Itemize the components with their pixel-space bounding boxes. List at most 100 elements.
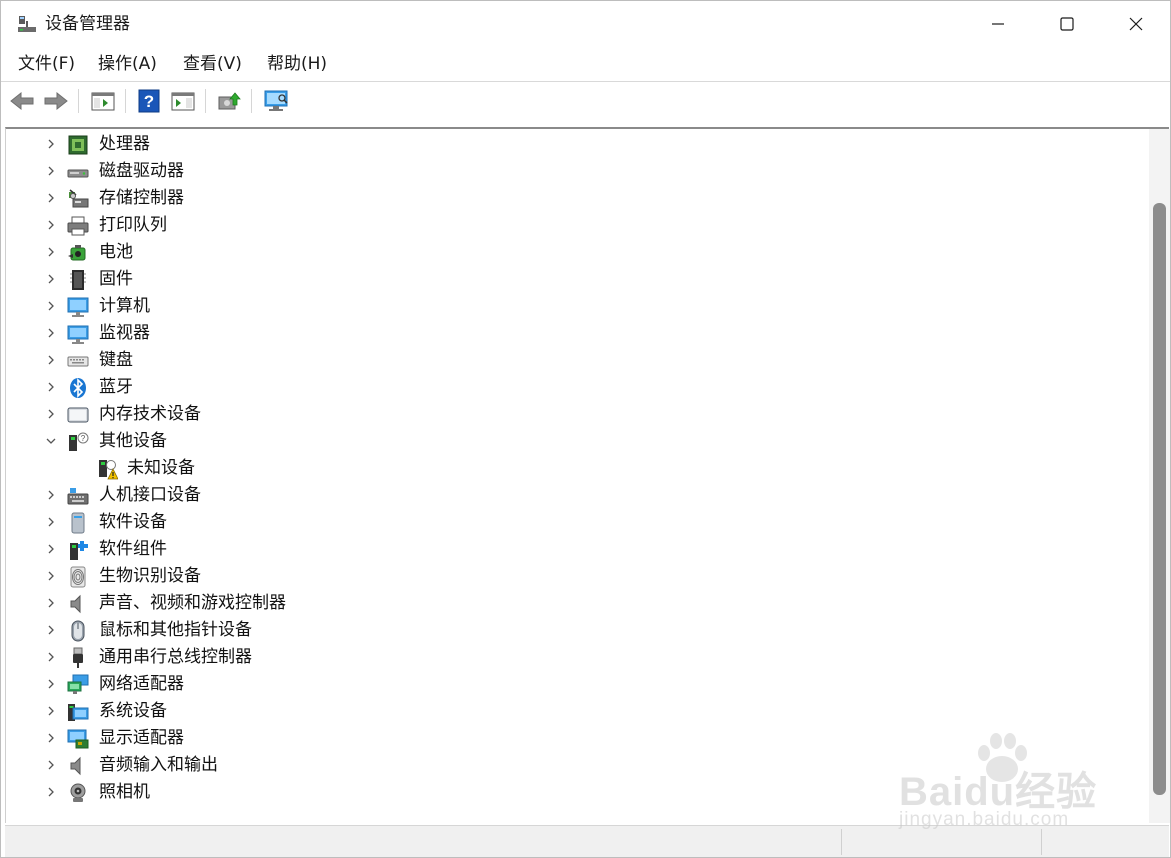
chevron-right-icon[interactable]: [44, 407, 58, 421]
tree-item-firmware[interactable]: 固件: [6, 266, 1136, 293]
memory-device-icon: [67, 407, 89, 423]
chevron-right-icon[interactable]: [44, 299, 58, 313]
disk-drive-icon: [67, 169, 89, 178]
tree-item-label: 软件设备: [99, 512, 167, 532]
printer-icon: [67, 216, 89, 236]
tree-item-label: 生物识别设备: [99, 566, 201, 586]
tree-item-usb-controllers[interactable]: 通用串行总线控制器: [6, 644, 1136, 671]
properties-pane-button[interactable]: [89, 87, 117, 115]
chevron-right-icon[interactable]: [44, 272, 58, 286]
tree-item-memory-technology-devices[interactable]: 内存技术设备: [6, 401, 1136, 428]
menu-bar: 文件(F) 操作(A) 查看(V) 帮助(H): [1, 47, 1170, 81]
firmware-icon: [70, 270, 86, 290]
tree-item-label: 软件组件: [99, 539, 167, 559]
chevron-right-icon[interactable]: [44, 623, 58, 637]
software-device-icon: [71, 512, 85, 534]
chevron-right-icon[interactable]: [44, 218, 58, 232]
device-tree[interactable]: 处理器 磁盘驱动器 存储控制器 打印队列 电池 固件 计算机 监视器 键盘 蓝牙…: [5, 127, 1170, 823]
tree-item-storage-controllers[interactable]: 存储控制器: [6, 185, 1136, 212]
tree-item-software-devices[interactable]: 软件设备: [6, 509, 1136, 536]
computer-icon: [67, 297, 89, 317]
tree-item-audio-inputs-outputs[interactable]: 音频输入和输出: [6, 752, 1136, 779]
status-divider: [1041, 829, 1042, 855]
chevron-right-icon[interactable]: [44, 164, 58, 178]
toolbar-separator: [78, 89, 79, 113]
tree-item-disk-drives[interactable]: 磁盘驱动器: [6, 158, 1136, 185]
chevron-down-icon[interactable]: [44, 434, 58, 448]
bluetooth-icon: [70, 378, 86, 398]
menu-view[interactable]: 查看(V): [181, 53, 244, 75]
chevron-right-icon[interactable]: [44, 731, 58, 745]
tree-item-label: 电池: [99, 242, 133, 262]
action-pane-button[interactable]: [169, 87, 197, 115]
tree-item-keyboards[interactable]: 键盘: [6, 347, 1136, 374]
menu-action[interactable]: 操作(A): [96, 53, 159, 75]
update-driver-button[interactable]: [215, 87, 243, 115]
scan-hardware-icon: [264, 90, 288, 111]
properties-pane-icon: [91, 92, 115, 111]
chevron-right-icon[interactable]: [44, 191, 58, 205]
tree-item-hid[interactable]: 人机接口设备: [6, 482, 1136, 509]
svg-text:?: ?: [81, 434, 86, 443]
chevron-right-icon[interactable]: [44, 785, 58, 799]
back-button[interactable]: [8, 87, 36, 115]
close-icon: [1129, 17, 1143, 31]
tree-item-cameras[interactable]: 照相机: [6, 779, 1136, 806]
chevron-right-icon[interactable]: [44, 596, 58, 610]
tree-item-software-components[interactable]: 软件组件: [6, 536, 1136, 563]
hid-icon: [67, 488, 89, 505]
tree-item-batteries[interactable]: 电池: [6, 239, 1136, 266]
tree-item-monitors[interactable]: 监视器: [6, 320, 1136, 347]
chevron-right-icon[interactable]: [44, 650, 58, 664]
usb-icon: [73, 647, 83, 668]
tree-item-mice[interactable]: 鼠标和其他指针设备: [6, 617, 1136, 644]
tree-item-label: 系统设备: [99, 701, 167, 721]
keyboard-icon: [67, 356, 89, 367]
chevron-right-icon[interactable]: [44, 542, 58, 556]
tree-item-label: 鼠标和其他指针设备: [99, 620, 252, 640]
tree-item-label: 固件: [99, 269, 133, 289]
tree-item-processor[interactable]: 处理器: [6, 131, 1136, 158]
tree-item-unknown-device[interactable]: 未知设备: [6, 455, 1136, 482]
sound-icon: [70, 594, 81, 614]
storage-controller-icon: [69, 189, 89, 208]
tree-item-bluetooth[interactable]: 蓝牙: [6, 374, 1136, 401]
audio-io-icon: [70, 756, 81, 776]
chevron-right-icon[interactable]: [44, 677, 58, 691]
minimize-button[interactable]: [963, 1, 1033, 47]
tree-item-label: 通用串行总线控制器: [99, 647, 252, 667]
menu-help[interactable]: 帮助(H): [265, 53, 329, 75]
status-bar: [5, 825, 1169, 857]
chevron-right-icon[interactable]: [44, 326, 58, 340]
toolbar-separator: [125, 89, 126, 113]
chevron-right-icon[interactable]: [44, 245, 58, 259]
minimize-icon: [992, 23, 1004, 25]
tree-item-computer[interactable]: 计算机: [6, 293, 1136, 320]
chevron-right-icon[interactable]: [44, 569, 58, 583]
forward-button[interactable]: [42, 87, 70, 115]
biometric-icon: [70, 566, 86, 588]
scrollbar-thumb[interactable]: [1153, 203, 1166, 795]
chevron-right-icon[interactable]: [44, 758, 58, 772]
chevron-right-icon[interactable]: [44, 380, 58, 394]
menu-file[interactable]: 文件(F): [16, 53, 77, 75]
tree-item-system-devices[interactable]: 系统设备: [6, 698, 1136, 725]
monitor-icon: [67, 325, 89, 344]
close-button[interactable]: [1101, 1, 1171, 47]
chevron-right-icon[interactable]: [44, 515, 58, 529]
tree-item-display-adapters[interactable]: 显示适配器: [6, 725, 1136, 752]
maximize-button[interactable]: [1032, 1, 1102, 47]
tree-item-network-adapters[interactable]: 网络适配器: [6, 671, 1136, 698]
tree-item-print-queues[interactable]: 打印队列: [6, 212, 1136, 239]
chevron-right-icon[interactable]: [44, 488, 58, 502]
help-button[interactable]: ?: [135, 87, 163, 115]
chevron-right-icon[interactable]: [44, 137, 58, 151]
vertical-scrollbar[interactable]: [1149, 129, 1170, 823]
chevron-right-icon[interactable]: [44, 704, 58, 718]
tree-item-label: 音频输入和输出: [99, 755, 218, 775]
tree-item-sound-video-game-controllers[interactable]: 声音、视频和游戏控制器: [6, 590, 1136, 617]
tree-item-biometric-devices[interactable]: 生物识别设备: [6, 563, 1136, 590]
tree-item-other-devices[interactable]: ? 其他设备: [6, 428, 1136, 455]
chevron-right-icon[interactable]: [44, 353, 58, 367]
scan-hardware-button[interactable]: [262, 87, 290, 115]
